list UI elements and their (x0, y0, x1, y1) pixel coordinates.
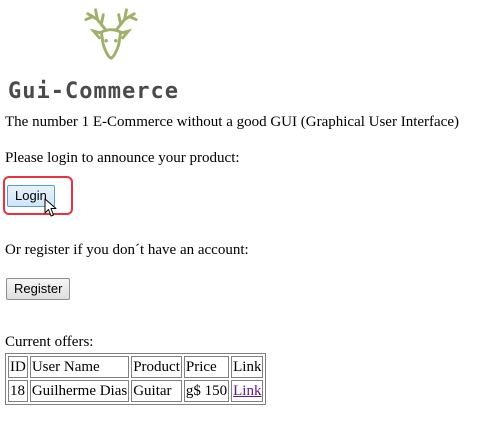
column-header-user-name: User Name (29, 356, 130, 378)
offers-table: ID User Name Product Price Link 18 Guilh… (5, 353, 267, 405)
table-row: 18 Guilherme Dias Guitar g$ 150 Link (8, 380, 264, 402)
cell-user-name: Guilherme Dias (29, 380, 130, 402)
register-prompt: Or register if you don´t have an account… (5, 242, 249, 258)
column-header-id: ID (8, 356, 28, 378)
logo: Gui-Commerce (0, 0, 230, 108)
logo-text: Gui-Commerce (8, 79, 179, 104)
column-header-link: Link (231, 356, 264, 378)
deer-head-icon (84, 8, 138, 60)
column-header-price: Price (183, 356, 230, 378)
column-header-product: Product (131, 356, 182, 378)
cell-link: Link (231, 380, 264, 402)
cell-id: 18 (8, 380, 28, 402)
cell-product: Guitar (131, 380, 182, 402)
offers-title: Current offers: (5, 334, 94, 350)
cell-price: g$ 150 (183, 380, 230, 402)
mouse-pointer-icon (44, 198, 57, 217)
tagline: The number 1 E-Commerce without a good G… (5, 114, 459, 130)
table-header-row: ID User Name Product Price Link (8, 356, 264, 378)
login-prompt: Please login to announce your product: (5, 150, 240, 166)
offer-link[interactable]: Link (233, 383, 261, 399)
register-button[interactable]: Register (6, 278, 71, 300)
